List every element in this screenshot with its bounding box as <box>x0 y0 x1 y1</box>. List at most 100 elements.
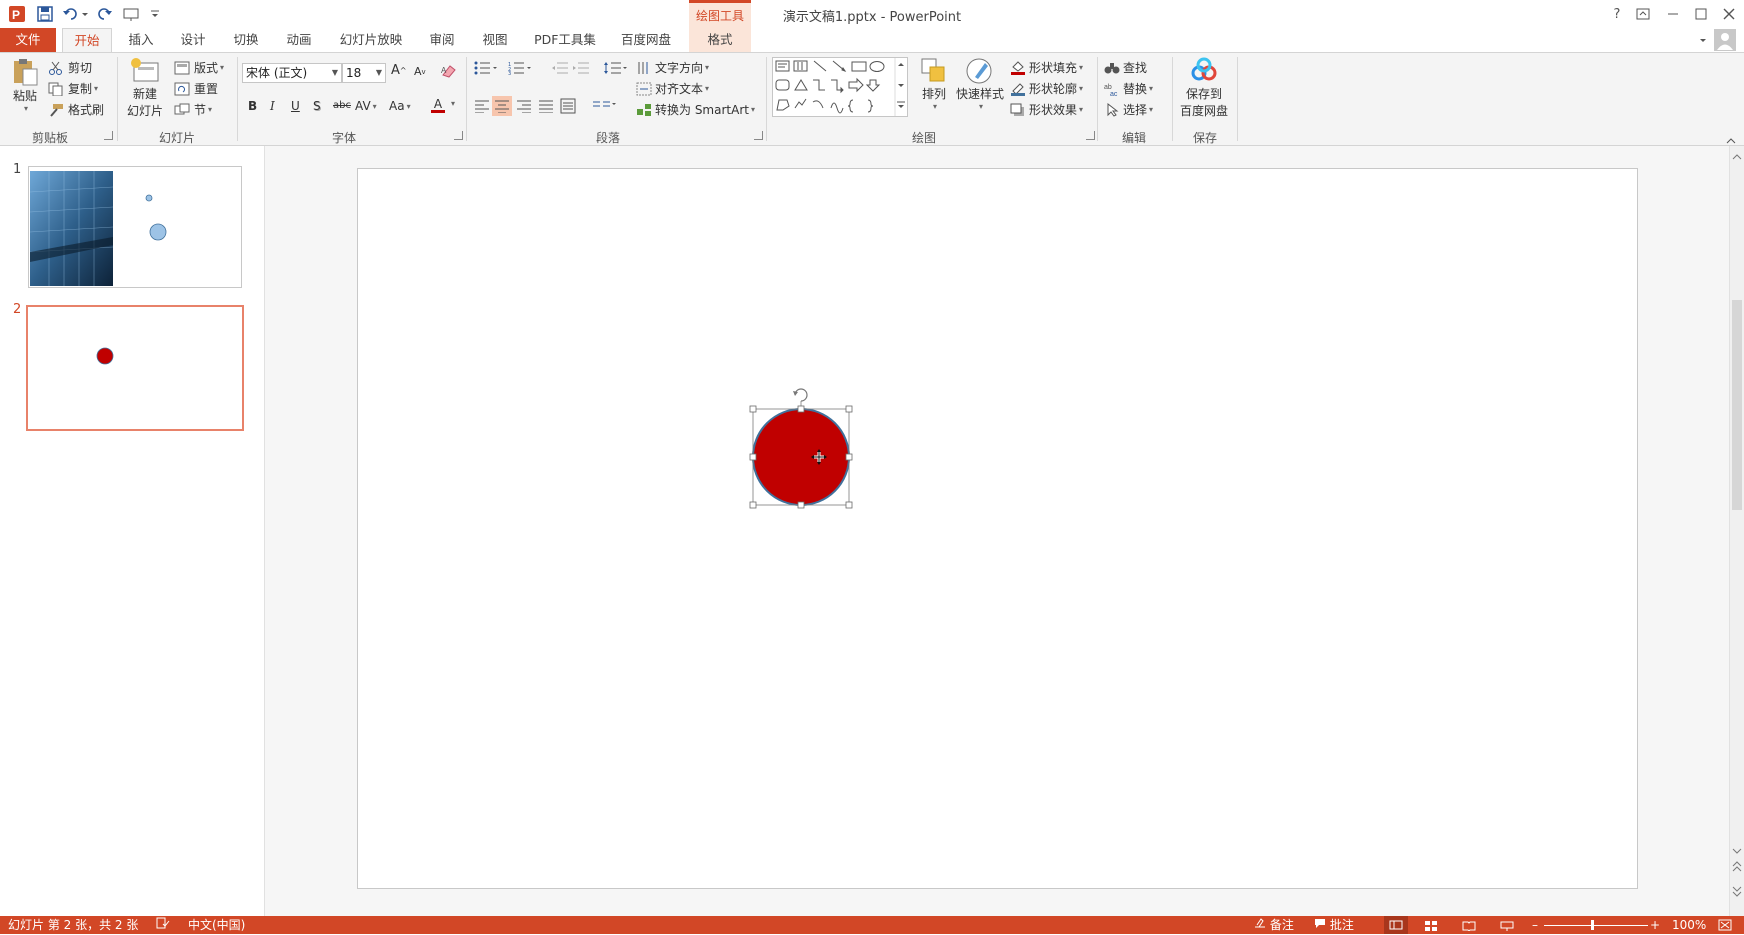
char-spacing-button[interactable]: AV ▾ <box>355 99 377 113</box>
next-slide-icon[interactable] <box>1732 884 1742 901</box>
tab-animations[interactable]: 动画 <box>278 28 320 52</box>
font-name-combo[interactable]: 宋体 (正文) ▼ <box>242 63 342 83</box>
clear-formatting-button[interactable]: A <box>440 63 458 79</box>
font-color-button[interactable]: A <box>431 98 445 113</box>
zoom-slider-track[interactable] <box>1544 925 1648 926</box>
slide-thumbnail-2-selected[interactable] <box>26 305 244 431</box>
slideshow-view-button[interactable] <box>1500 919 1514 935</box>
user-avatar[interactable] <box>1714 29 1736 51</box>
save-to-baidu-button[interactable]: 保存到 百度网盘 <box>1176 57 1232 119</box>
undo-icon[interactable] <box>60 4 90 24</box>
align-center-button[interactable] <box>492 96 512 116</box>
maximize-icon[interactable] <box>1688 2 1714 26</box>
ribbon-collapse-toggle-icon[interactable] <box>1698 34 1708 48</box>
reading-view-button[interactable] <box>1462 919 1476 935</box>
font-size-dropdown-arrow[interactable]: ▼ <box>376 64 382 82</box>
red-circle[interactable] <box>752 408 850 506</box>
columns-button[interactable] <box>592 99 618 113</box>
zoom-in-button[interactable]: + <box>1650 917 1660 933</box>
help-icon[interactable]: ? <box>1604 2 1630 26</box>
copy-button[interactable]: 复制 ▾ <box>48 80 98 97</box>
select-button[interactable]: 选择 ▾ <box>1106 101 1153 118</box>
increase-indent-button[interactable] <box>572 61 590 75</box>
scroll-thumb[interactable] <box>1732 300 1742 510</box>
previous-slide-icon[interactable] <box>1732 860 1742 877</box>
customize-qat-icon[interactable] <box>148 4 162 24</box>
tab-slideshow[interactable]: 幻灯片放映 <box>333 28 409 52</box>
rotation-handle-icon[interactable] <box>793 388 808 402</box>
format-painter-button[interactable]: 格式刷 <box>48 101 104 118</box>
cut-button[interactable]: 剪切 <box>48 59 92 76</box>
comments-button[interactable]: 批注 <box>1314 917 1354 933</box>
vertical-scrollbar[interactable] <box>1729 146 1744 916</box>
bullets-button[interactable] <box>474 61 498 75</box>
shapes-gallery[interactable] <box>772 57 908 117</box>
justify-button[interactable] <box>538 99 554 113</box>
tab-file[interactable]: 文件 <box>0 28 56 52</box>
underline-button[interactable]: U <box>291 99 300 113</box>
new-slide-button[interactable]: 新建 幻灯片 <box>122 57 168 119</box>
section-button[interactable]: 节 ▾ <box>174 101 212 118</box>
scroll-up-arrow-icon[interactable] <box>1732 150 1742 164</box>
fit-to-window-icon[interactable] <box>1718 919 1732 935</box>
selected-circle-shape[interactable] <box>749 388 853 509</box>
font-size-combo[interactable]: 18 ▼ <box>342 63 386 83</box>
quick-styles-button[interactable]: 快速样式 ▾ <box>956 57 1004 111</box>
align-right-button[interactable] <box>516 99 532 113</box>
paste-button[interactable]: 粘贴 ▾ <box>10 57 40 113</box>
tab-review[interactable]: 审阅 <box>421 28 463 52</box>
slide-thumbnail-1[interactable] <box>28 166 242 288</box>
text-direction-button[interactable]: 文字方向 ▾ <box>636 59 709 76</box>
tab-format[interactable]: 格式 <box>689 28 751 52</box>
arrange-button[interactable]: 排列 ▾ <box>917 57 951 111</box>
zoom-level[interactable]: 100% <box>1672 917 1706 933</box>
drawing-dialog-launcher[interactable] <box>1086 131 1095 140</box>
clipboard-dialog-launcher[interactable] <box>104 131 113 140</box>
shape-fill-button[interactable]: 形状填充 ▾ <box>1010 59 1083 76</box>
collapse-ribbon-icon[interactable] <box>1726 133 1736 147</box>
tab-baidu-netdisk[interactable]: 百度网盘 <box>613 28 679 52</box>
notes-button[interactable]: 备注 <box>1254 917 1294 933</box>
normal-view-button[interactable] <box>1384 916 1408 934</box>
distribute-button[interactable] <box>560 98 576 114</box>
zoom-out-button[interactable]: – <box>1532 917 1538 933</box>
tab-design[interactable]: 设计 <box>172 28 214 52</box>
paragraph-dialog-launcher[interactable] <box>754 131 763 140</box>
shape-outline-button[interactable]: 形状轮廓 ▾ <box>1010 80 1083 97</box>
align-left-button[interactable] <box>474 99 490 113</box>
scroll-down-arrow-icon[interactable] <box>1732 844 1742 858</box>
text-shadow-button[interactable]: S <box>313 99 321 113</box>
save-icon[interactable] <box>34 4 56 24</box>
tab-home[interactable]: 开始 <box>62 28 112 53</box>
zoom-slider-thumb[interactable] <box>1591 920 1594 930</box>
font-dialog-launcher[interactable] <box>454 131 463 140</box>
tab-insert[interactable]: 插入 <box>120 28 162 52</box>
grow-font-button[interactable]: A ^ <box>391 63 407 78</box>
tab-transitions[interactable]: 切换 <box>225 28 267 52</box>
decrease-indent-button[interactable] <box>551 61 569 75</box>
line-spacing-button[interactable] <box>603 60 629 76</box>
convert-smartart-button[interactable]: 转换为 SmartArt ▾ <box>636 101 755 118</box>
font-name-dropdown-arrow[interactable]: ▼ <box>332 64 338 82</box>
layout-button[interactable]: 版式 ▾ <box>174 59 224 76</box>
replace-button[interactable]: ab ac 替换 ▾ <box>1104 80 1153 97</box>
presentation-start-icon[interactable] <box>120 4 144 24</box>
powerpoint-logo-icon[interactable]: P <box>6 4 28 24</box>
reset-button[interactable]: 重置 <box>174 80 218 97</box>
shape-effects-button[interactable]: 形状效果 ▾ <box>1010 101 1083 118</box>
tab-pdf-tools[interactable]: PDF工具集 <box>527 28 603 52</box>
close-icon[interactable] <box>1716 2 1742 26</box>
font-color-dropdown[interactable]: ▾ <box>449 99 455 108</box>
shrink-font-button[interactable]: Av <box>414 65 426 78</box>
numbering-button[interactable]: 123 <box>508 61 532 75</box>
slide-sorter-button[interactable] <box>1424 919 1438 935</box>
spell-check-icon[interactable] <box>156 917 170 933</box>
language-status[interactable]: 中文(中国) <box>188 917 245 933</box>
redo-icon[interactable] <box>94 4 116 24</box>
ribbon-display-options-icon[interactable] <box>1630 2 1656 26</box>
change-case-button[interactable]: Aa ▾ <box>389 99 411 113</box>
strikethrough-button[interactable]: abc <box>333 100 351 111</box>
find-button[interactable]: 查找 <box>1104 59 1147 76</box>
tab-view[interactable]: 视图 <box>474 28 516 52</box>
slide-canvas[interactable] <box>357 168 1638 889</box>
